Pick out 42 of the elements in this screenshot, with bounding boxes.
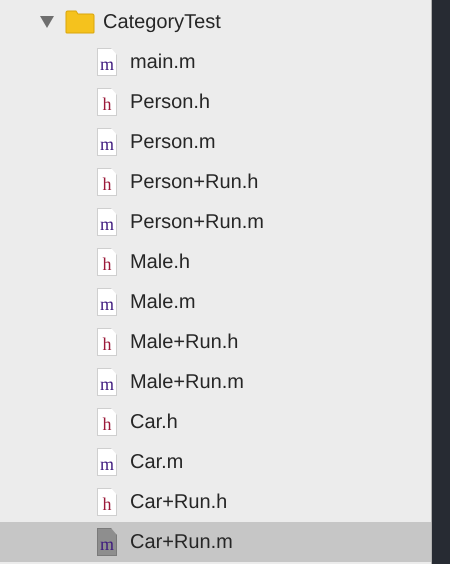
file-name[interactable]: Male+Run.h [130,330,238,354]
file-type-letter: m [100,533,114,555]
file-row[interactable]: m Car+Run.m [0,522,431,562]
disclosure-triangle-icon[interactable] [39,15,55,29]
file-row[interactable]: m Male+Run.m [0,362,431,402]
file-row[interactable]: h Car+Run.h [0,482,431,522]
file-name[interactable]: Car.h [130,410,178,434]
file-row[interactable]: h Person+Run.h [0,162,431,202]
file-name[interactable]: Car.m [130,450,184,474]
file-type-letter: m [100,133,114,155]
file-name[interactable]: Person+Run.m [130,210,264,234]
file-type-letter: h [102,413,112,435]
file-row[interactable]: h Car.h [0,402,431,442]
file-row[interactable]: h Male.h [0,242,431,282]
file-type-letter: m [100,373,114,395]
file-type-letter: h [102,173,112,195]
file-type-letter: m [100,453,114,475]
file-type-letter: m [100,53,114,75]
file-name[interactable]: Car+Run.m [130,530,233,554]
file-type-letter: m [100,293,114,315]
file-name[interactable]: Person.h [130,90,210,114]
file-row[interactable]: m Car.m [0,442,431,482]
file-type-letter: h [102,253,112,275]
file-row[interactable]: h Male+Run.h [0,322,431,362]
file-type-letter: h [102,493,112,515]
file-row[interactable]: m Male.m [0,282,431,322]
file-name[interactable]: Male.m [130,290,196,314]
folder-name[interactable]: CategoryTest [103,10,221,34]
file-row[interactable]: m main.m [0,42,431,82]
file-name[interactable]: Car+Run.h [130,490,228,514]
file-name[interactable]: Person.m [130,130,216,154]
file-name[interactable]: Male+Run.m [130,370,244,394]
file-type-letter: h [102,333,112,355]
file-row[interactable]: m Person.m [0,122,431,162]
folder-icon [65,10,95,34]
file-row[interactable]: h Person.h [0,82,431,122]
file-type-letter: m [100,213,114,235]
file-name[interactable]: main.m [130,50,196,74]
file-type-letter: h [102,93,112,115]
file-name[interactable]: Male.h [130,250,190,274]
file-row[interactable]: m Person+Run.m [0,202,431,242]
file-name[interactable]: Person+Run.h [130,170,258,194]
